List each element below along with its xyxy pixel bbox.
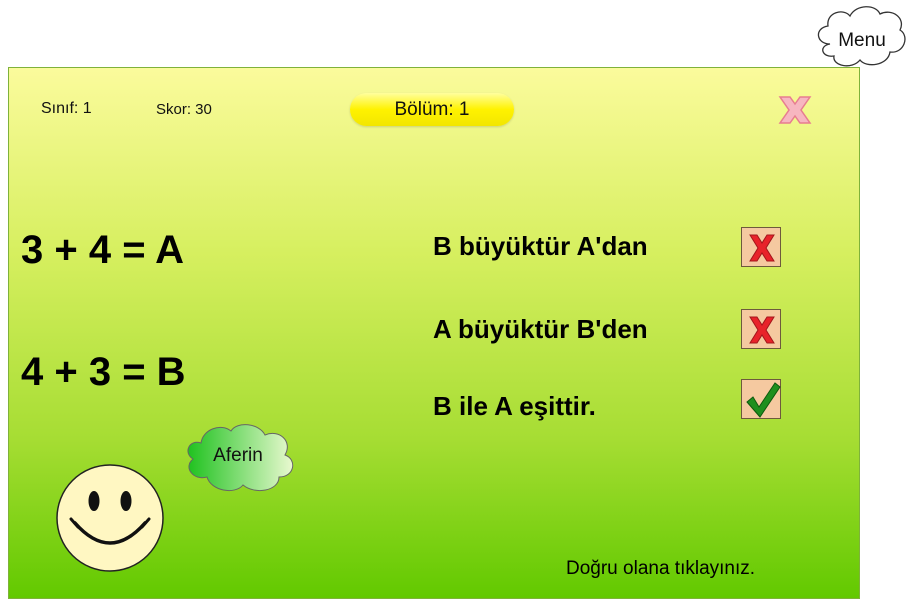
x-icon <box>749 234 775 262</box>
option-3-label[interactable]: B ile A eşittir. <box>433 391 596 422</box>
option-2-answer-button[interactable] <box>741 309 781 349</box>
game-board: Sınıf: 1 Skor: 30 Bölüm: 1 3 + 4 = A 4 +… <box>8 67 860 599</box>
option-1-label[interactable]: B büyüktür A'dan <box>433 231 648 262</box>
equation-a: 3 + 4 = A <box>21 228 185 272</box>
grade-label: Sınıf: 1 <box>41 100 92 117</box>
smiley-face-icon <box>55 463 165 573</box>
option-1-answer-button[interactable] <box>741 227 781 267</box>
x-icon <box>749 316 775 344</box>
option-3-answer-button[interactable] <box>741 379 781 419</box>
score-label: Skor: 30 <box>156 101 212 118</box>
check-icon <box>746 382 781 418</box>
praise-label: Aferin <box>213 445 263 466</box>
option-2-label[interactable]: A büyüktür B'den <box>433 314 648 345</box>
equation-b: 4 + 3 = B <box>21 350 186 394</box>
instruction-text: Doğru olana tıklayınız. <box>566 558 756 579</box>
level-badge: Bölüm: 1 <box>350 93 514 126</box>
close-icon[interactable] <box>777 92 813 128</box>
